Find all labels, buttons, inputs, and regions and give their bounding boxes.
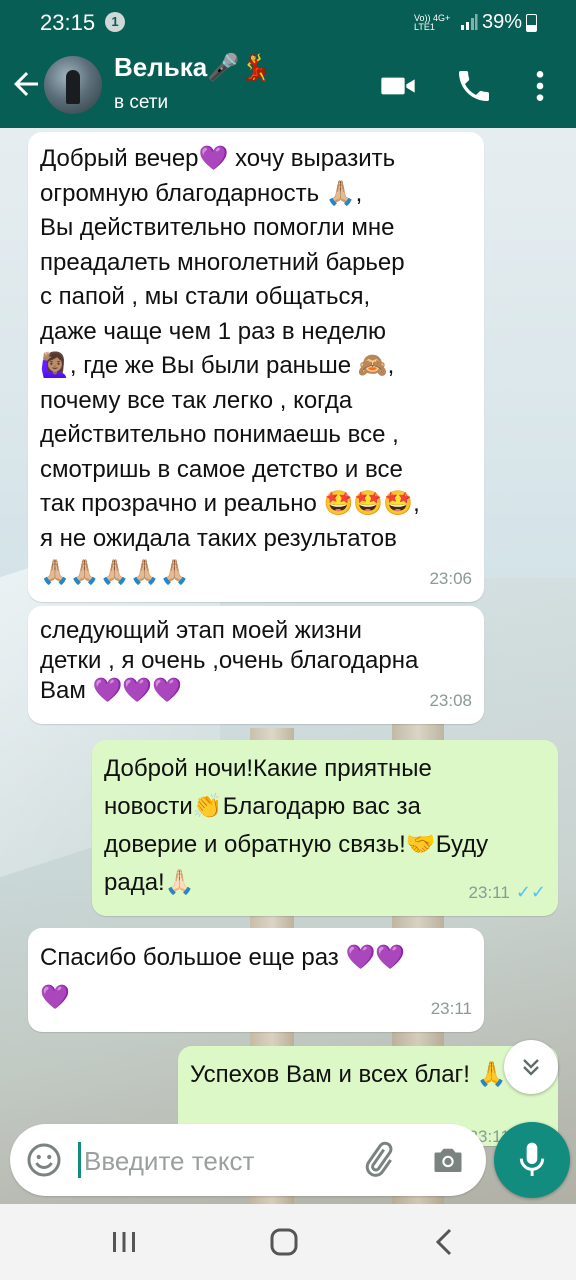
message-time: 23:11 xyxy=(430,999,472,1018)
message-text: Добрый вечер💜 хочу выразить огромную бла… xyxy=(40,145,420,586)
avatar[interactable] xyxy=(44,56,102,114)
battery-percent: 39% xyxy=(482,11,523,33)
back-arrow-icon[interactable] xyxy=(8,66,44,102)
text-cursor xyxy=(78,1142,81,1178)
network-4g: 4G+ xyxy=(433,13,451,23)
message-bubble-outgoing[interactable]: Доброй ночи!Какие приятные новости👏Благо… xyxy=(92,740,558,916)
notification-count-badge: 1 xyxy=(105,12,125,32)
status-bar: 23:15 1 Vo)) 4G+ LTE1 39% xyxy=(0,0,576,44)
status-time: 23:15 xyxy=(40,10,96,35)
home-icon[interactable] xyxy=(264,1224,304,1260)
read-ticks-icon: ✓✓ xyxy=(515,882,546,902)
emoji-icon[interactable] xyxy=(26,1142,62,1178)
message-time: 23:11 xyxy=(468,883,510,902)
message-text: Доброй ночи!Какие приятные новости👏Благо… xyxy=(104,755,489,896)
chat-area[interactable]: Добрый вечер💜 хочу выразить огромную бла… xyxy=(0,128,576,1204)
message-composer xyxy=(10,1124,486,1196)
scroll-down-button[interactable] xyxy=(504,1040,558,1094)
battery-icon xyxy=(526,14,537,32)
message-bubble-incoming[interactable]: следующий этап моей жизни детки , я очен… xyxy=(28,606,484,724)
voice-record-button[interactable] xyxy=(494,1122,570,1198)
back-nav-icon[interactable] xyxy=(426,1224,466,1260)
phone-icon[interactable] xyxy=(454,66,494,106)
video-call-icon[interactable] xyxy=(378,66,418,106)
signal-icon xyxy=(461,14,478,30)
microphone-icon xyxy=(519,1142,545,1176)
message-meta: 23:11 ✓✓ xyxy=(469,877,546,908)
double-chevron-down-icon xyxy=(523,1059,539,1076)
message-time: 23:08 xyxy=(429,691,472,710)
message-bubble-incoming[interactable]: Добрый вечер💜 хочу выразить огромную бла… xyxy=(28,132,484,602)
message-time: 23:06 xyxy=(429,569,472,588)
attach-icon[interactable] xyxy=(358,1140,398,1180)
more-vert-icon[interactable] xyxy=(520,66,560,106)
message-bubble-incoming[interactable]: Спасибо большое еще раз 💜💜 💜 23:11 xyxy=(28,928,484,1032)
camera-icon[interactable] xyxy=(430,1142,466,1178)
message-text: Спасибо большое еще раз 💜💜 💜 xyxy=(40,944,406,1011)
message-text: следующий этап моей жизни детки , я очен… xyxy=(40,617,419,704)
message-input[interactable] xyxy=(82,1140,356,1182)
chat-header: Велька🎤💃 в сети xyxy=(0,44,576,128)
message-text: Успехов Вам и всех благ! 🙏 xyxy=(190,1061,507,1088)
network-info: Vo)) 4G+ LTE1 xyxy=(414,14,450,32)
recent-apps-icon[interactable] xyxy=(104,1224,144,1260)
contact-status: в сети xyxy=(114,92,169,113)
network-lte: LTE1 xyxy=(414,22,435,32)
contact-name[interactable]: Велька🎤💃 xyxy=(114,52,272,83)
system-navigation-bar xyxy=(0,1204,576,1280)
